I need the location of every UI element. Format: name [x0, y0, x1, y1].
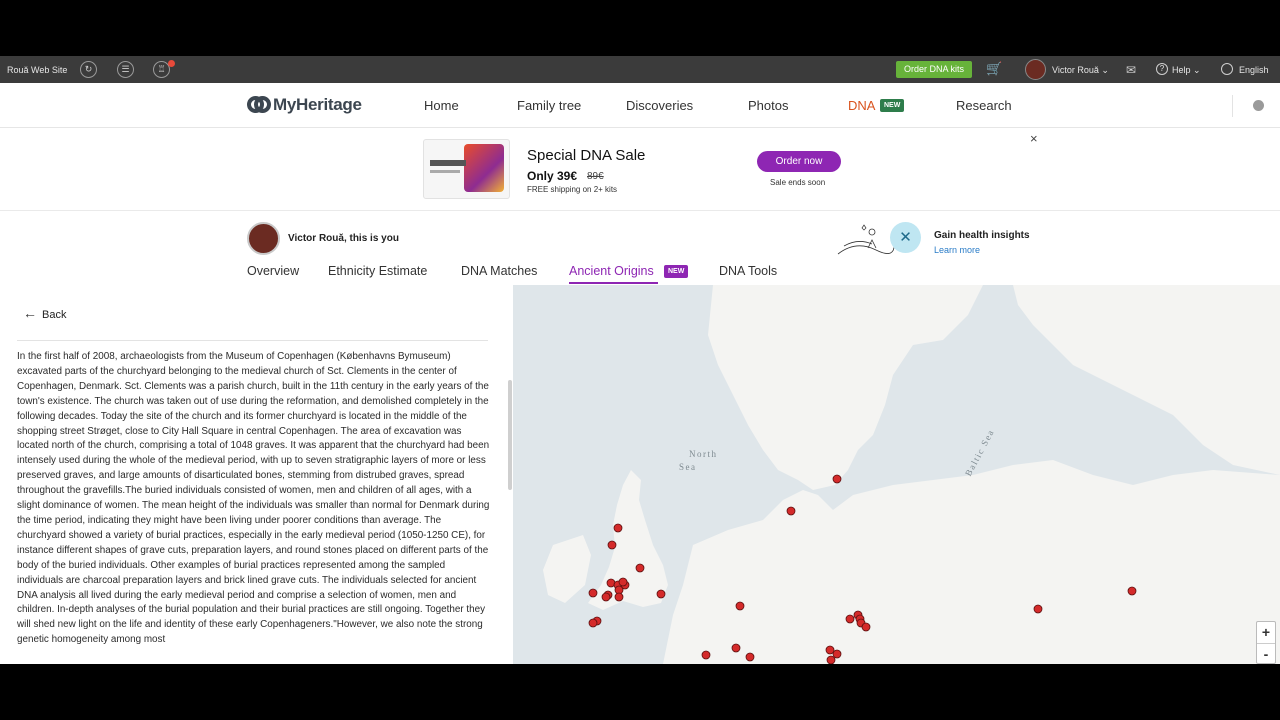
cart-icon[interactable]: 🛒	[986, 61, 1002, 77]
nav-research[interactable]: Research	[956, 98, 1012, 113]
promo-old-price: 89€	[587, 171, 604, 182]
avatar[interactable]	[247, 222, 280, 255]
tab-overview[interactable]: Overview	[247, 264, 299, 278]
map-marker[interactable]	[786, 506, 796, 516]
logo[interactable]: MyHeritage	[247, 94, 362, 116]
nav-discoveries[interactable]: Discoveries	[626, 98, 693, 113]
help-label: Help	[1172, 65, 1191, 75]
learn-more-link[interactable]: Learn more	[934, 245, 980, 255]
nav-dna[interactable]: DNA	[848, 98, 875, 113]
map-marker[interactable]	[601, 592, 611, 602]
user-title: Victor Rouă, this is you	[288, 233, 399, 244]
sea-label: Sea	[679, 462, 697, 472]
map[interactable]: North Sea Baltic Sea	[513, 285, 1280, 664]
map-marker[interactable]	[613, 523, 623, 533]
site-link[interactable]: Rouă Web Site	[7, 65, 67, 75]
divider	[1232, 95, 1233, 117]
main-nav: MyHeritage Home Family tree Discoveries …	[0, 83, 1280, 128]
user-name: Victor Rouă	[1052, 65, 1099, 75]
tab-ethnicity-estimate[interactable]: Ethnicity Estimate	[328, 264, 427, 278]
globe-icon[interactable]	[1221, 63, 1233, 75]
map-marker[interactable]	[731, 643, 741, 653]
map-marker[interactable]	[614, 592, 624, 602]
back-arrow-icon[interactable]: ←	[23, 305, 37, 321]
map-marker[interactable]	[701, 650, 711, 660]
north-label: North	[689, 449, 718, 459]
user-menu[interactable]: Victor Rouă ⌄	[1052, 65, 1109, 76]
tab-dna-matches[interactable]: DNA Matches	[461, 264, 537, 278]
avatar[interactable]	[1025, 59, 1046, 80]
accessibility-icon[interactable]	[1253, 100, 1264, 111]
divider	[17, 340, 488, 341]
app-frame: Rouă Web Site ↻ ☰ ♖ Order DNA kits 🛒 Vic…	[0, 56, 1280, 664]
sync-icon[interactable]: ↻	[80, 61, 97, 78]
map-marker[interactable]	[745, 652, 755, 662]
order-dna-kits-button[interactable]: Order DNA kits	[896, 61, 973, 78]
map-marker[interactable]	[735, 601, 745, 611]
notification-dot	[168, 60, 175, 67]
zoom-control: + -	[1256, 621, 1276, 664]
promo-shipping: FREE shipping on 2+ kits	[527, 185, 618, 194]
dna-kit-image	[423, 139, 510, 199]
close-icon[interactable]: ×	[1030, 131, 1038, 146]
nav-photos[interactable]: Photos	[748, 98, 788, 113]
promo-banner: Special DNA Sale Only 39€ 89€ FREE shipp…	[0, 129, 1280, 211]
active-tab-indicator	[569, 282, 658, 284]
sale-ends-text: Sale ends soon	[770, 178, 826, 187]
order-now-button[interactable]: Order now	[757, 151, 841, 172]
map-marker[interactable]	[861, 622, 871, 632]
map-marker[interactable]	[656, 589, 666, 599]
map-marker[interactable]	[826, 655, 836, 664]
ancient-origins-new-badge: NEW	[664, 265, 689, 278]
mail-icon[interactable]: ✉	[1126, 63, 1136, 77]
health-illustration-icon	[837, 224, 895, 255]
map-marker[interactable]	[832, 649, 842, 659]
description-text: In the first half of 2008, archaeologist…	[17, 351, 490, 646]
help-icon[interactable]: ?	[1156, 63, 1168, 75]
map-marker[interactable]	[588, 618, 598, 628]
logo-text: MyHeritage	[273, 95, 362, 114]
zoom-in-button[interactable]: +	[1257, 622, 1275, 643]
zoom-out-button[interactable]: -	[1257, 644, 1275, 664]
utility-bar: Rouă Web Site ↻ ☰ ♖ Order DNA kits 🛒 Vic…	[0, 56, 1280, 83]
scrollbar[interactable]	[508, 380, 512, 490]
help-menu[interactable]: Help ⌄	[1172, 65, 1201, 76]
nav-family-tree[interactable]: Family tree	[517, 98, 581, 113]
back-button[interactable]: Back	[42, 309, 66, 321]
map-marker[interactable]	[845, 614, 855, 624]
dna-header: Victor Rouă, this is you Overview Ethnic…	[0, 212, 1280, 285]
map-marker[interactable]	[618, 577, 628, 587]
promo-title: Special DNA Sale	[527, 147, 646, 164]
map-marker[interactable]	[832, 474, 842, 484]
map-marker[interactable]	[588, 588, 598, 598]
ancient-origins-text-panel: ← Back In the first half of 2008, archae…	[0, 285, 513, 664]
health-insights-title: Gain health insights	[934, 230, 1030, 241]
map-marker[interactable]	[607, 540, 617, 550]
promo-price: Only 39€	[527, 169, 578, 183]
tab-dna-tools[interactable]: DNA Tools	[719, 264, 777, 278]
dna-helix-icon: ✕	[890, 222, 921, 253]
map-canvas[interactable]: North Sea Baltic Sea	[513, 285, 1280, 664]
dna-new-badge: NEW	[880, 99, 905, 112]
language-selector[interactable]: English	[1239, 65, 1269, 75]
tasks-icon[interactable]: ☰	[117, 61, 134, 78]
tab-ancient-origins[interactable]: Ancient Origins	[569, 264, 654, 278]
nav-home[interactable]: Home	[424, 98, 459, 113]
map-marker[interactable]	[1033, 604, 1043, 614]
map-marker[interactable]	[635, 563, 645, 573]
map-marker[interactable]	[1127, 586, 1137, 596]
logo-icon	[247, 94, 271, 116]
